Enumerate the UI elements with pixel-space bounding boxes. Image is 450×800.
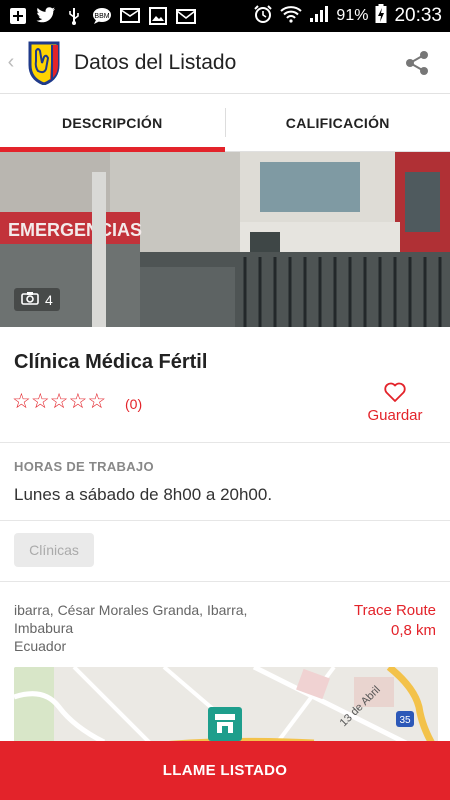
status-bar: BBM 91% 20:33 [0, 0, 450, 32]
star-outline-icon: ☆ [49, 390, 69, 413]
map-illustration: 13 de Abril 35 [14, 667, 438, 747]
plus-icon [8, 7, 28, 25]
address-line: Imbabura [14, 620, 74, 636]
save-button[interactable]: Guardar [360, 381, 430, 424]
mail-icon [176, 7, 196, 25]
clock-time: 20:33 [394, 5, 442, 26]
page-title: Datos del Listado [74, 50, 237, 74]
image-icon [148, 7, 168, 25]
store-marker-icon[interactable] [208, 707, 242, 741]
rating-count: (0) [125, 396, 143, 412]
star-outline-icon: ☆ [30, 390, 50, 413]
rating-stars[interactable]: ☆ ☆ ☆ ☆ ☆ [12, 391, 106, 413]
tab-calificacion[interactable]: CALIFICACIÓN [226, 94, 450, 151]
hours-text: Lunes a sábado de 8h00 a 20h00. [14, 485, 273, 504]
distance: 0,8 km [390, 622, 436, 639]
photo-illustration: EMERGENCIAS [0, 152, 450, 327]
signal-icon [309, 5, 329, 28]
photo-count-badge[interactable]: 4 [14, 288, 60, 311]
wifi-icon [280, 5, 303, 28]
tab-bar: DESCRIPCIÓN CALIFICACIÓN [0, 94, 450, 152]
save-label: Guardar [367, 407, 423, 424]
hours-label: HORAS DE TRABAJO [14, 459, 154, 474]
listing-photo[interactable]: EMERGENCIAS 4 [0, 152, 450, 327]
usb-icon [64, 7, 84, 25]
back-chevron-icon[interactable]: ‹ [2, 51, 20, 74]
star-outline-icon: ☆ [87, 390, 107, 413]
app-bar: ‹ Datos del Listado [0, 32, 450, 94]
category-chip[interactable]: Clínicas [14, 533, 94, 567]
divider [0, 442, 450, 443]
listing-details: Clínica Médica Fértil ☆ ☆ ☆ ☆ ☆ (0) Guar… [0, 327, 450, 747]
tab-descripcion[interactable]: DESCRIPCIÓN [0, 94, 225, 152]
address: ibarra, César Morales Granda, Ibarra, Im… [14, 601, 284, 655]
listing-name: Clínica Médica Fértil [14, 351, 208, 373]
divider [0, 520, 450, 521]
address-line: Ecuador [14, 638, 67, 654]
messages-icon [120, 7, 140, 25]
chat-icon: BBM [92, 7, 112, 25]
star-outline-icon: ☆ [12, 390, 31, 413]
camera-icon [21, 291, 39, 308]
alarm-icon [253, 4, 273, 29]
location-map[interactable]: 13 de Abril 35 [14, 667, 438, 747]
trace-route-link[interactable]: Trace Route 0,8 km [354, 601, 436, 641]
battery-percent: 91% [336, 7, 369, 24]
battery-icon [375, 3, 387, 29]
twitter-icon [36, 7, 56, 25]
photo-sign-text: EMERGENCIAS [8, 220, 142, 240]
app-logo[interactable] [26, 41, 62, 86]
heart-outline-icon [384, 382, 406, 402]
trace-route-label: Trace Route [354, 602, 436, 619]
share-icon[interactable] [402, 48, 432, 78]
call-listing-button[interactable]: LLAME LISTADO [0, 741, 450, 800]
star-outline-icon: ☆ [68, 390, 88, 413]
address-line: ibarra, César Morales Granda, Ibarra, [14, 602, 248, 618]
divider [0, 581, 450, 582]
svg-text:BBM: BBM [94, 13, 109, 20]
photo-count: 4 [45, 291, 53, 308]
map-highway-label: 35 [399, 715, 411, 726]
